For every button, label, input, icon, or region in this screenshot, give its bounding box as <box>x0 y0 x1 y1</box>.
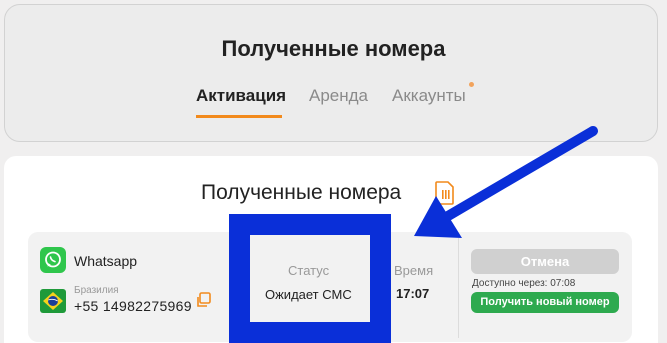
top-card <box>4 4 658 142</box>
time-value: 17:07 <box>396 286 430 301</box>
available-timer: Доступно через: 07:08 <box>472 278 576 289</box>
copy-icon[interactable] <box>195 292 211 308</box>
notification-dot <box>469 82 474 87</box>
status-value: Ожидает СМС <box>265 287 352 302</box>
tab-rent[interactable]: Аренда <box>309 86 368 106</box>
active-tab-indicator <box>196 115 282 118</box>
section-title: Полученные номера <box>201 181 402 204</box>
get-new-number-button[interactable]: Получить новый номер <box>471 292 619 313</box>
whatsapp-icon <box>40 247 66 273</box>
brazil-flag-icon <box>40 289 66 313</box>
status-label: Статус <box>288 263 330 278</box>
tab-accounts[interactable]: Аккаунты <box>392 86 466 106</box>
page-title: Полученные номера <box>221 36 446 61</box>
country-name: Бразилия <box>74 285 119 296</box>
status-cell <box>250 235 370 322</box>
cancel-button[interactable]: Отмена <box>471 249 619 274</box>
column-divider <box>458 238 459 338</box>
document-icon[interactable] <box>435 181 455 205</box>
time-label: Время <box>394 263 434 278</box>
tab-activation[interactable]: Активация <box>196 86 286 106</box>
service-name: Whatsapp <box>74 253 138 269</box>
phone-number: +55 14982275969 <box>74 298 192 314</box>
